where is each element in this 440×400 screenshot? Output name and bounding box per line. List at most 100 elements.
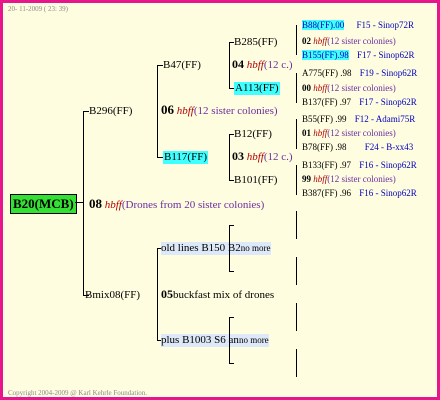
copyright-footer: Copyright 2004-2009 @ Karl Kehrle Founda… (8, 389, 148, 397)
gen4-empty-bracket-3 (296, 303, 297, 331)
gen3-g1-hbff: hbff (246, 59, 264, 71)
gen4-bracket-2 (296, 73, 297, 103)
gen2-bottom-drone-line: 05buckfast mix of drones (161, 288, 274, 302)
gen3-empty-bracket-2 (229, 317, 230, 363)
gen4-row-1[interactable]: B88(FF).00 F15 - Sinop72R (302, 20, 414, 31)
gen4-11-num: 99 (302, 174, 311, 184)
gen3-g2-note: (12 c.) (263, 151, 293, 163)
date-stamp: 20- 11-2009 ( 23: 39) (8, 5, 69, 13)
gen4-3-code: F17 - Sinop62R (357, 50, 415, 60)
gen4-row-8: 01 hbff(12 sister colonies) (302, 128, 396, 139)
gen4-row-11: 99 hbff(12 sister colonies) (302, 174, 396, 185)
gen4-12-val: .96 (339, 188, 352, 198)
gen2-bottom-queen-b[interactable]: plus B1003 S6 anno more (161, 334, 269, 347)
gen4-8-hbff: hbff (313, 128, 328, 138)
gen1-hbff: hbff (104, 199, 122, 211)
gen4-10-val: .97 (339, 160, 352, 170)
root-queen[interactable]: B20(MCB) (10, 194, 77, 214)
gen1-note: (Drones from 20 sister colonies) (121, 199, 265, 211)
gen3-g1-queen-a[interactable]: B285(FF) (234, 36, 277, 49)
gen4-row-9[interactable]: B78(FF) .98 F24 - B-xx43 (302, 142, 413, 153)
gen4-empty-bracket-4 (296, 349, 297, 377)
gen4-4-val: .98 (340, 68, 352, 78)
gen4-12-code: F16 - Sinop62R (359, 188, 417, 198)
gen4-bracket-4 (296, 165, 297, 195)
gen4-row-7[interactable]: B55(FF) .99 F12 - Adami75R (302, 114, 415, 125)
gen3-g2-queen-b[interactable]: B101(FF) (234, 174, 277, 187)
gen3-empty-tick-1a (229, 225, 234, 226)
gen4-1-val: .00 (333, 20, 345, 30)
gen3-empty-bracket-1 (229, 225, 230, 271)
gen2-bottom-a-more: no more (240, 243, 271, 253)
gen4-3-name: B155(FF) (302, 50, 338, 60)
gen2-top-hbff: hbff (176, 105, 194, 117)
gen3-g1-queen-b[interactable]: A113(FF) (234, 82, 280, 95)
gen4-11-note: (12 sister colonies) (327, 174, 396, 184)
gen1-bottom-queen[interactable]: Bmix08(FF) (85, 289, 140, 302)
gen3-g2-num: 03 (232, 149, 244, 163)
gen3-g2-queen-a[interactable]: B12(FF) (234, 128, 272, 141)
gen3-g2-bracket (229, 134, 230, 180)
gen4-5-note: (12 sister colonies) (327, 83, 396, 93)
gen3-g1-num: 04 (232, 57, 244, 71)
gen4-12-name: B387(FF) (302, 188, 338, 198)
gen4-9-name: B78(FF) (302, 142, 334, 152)
gen4-7-name: B55(FF) (302, 114, 334, 124)
gen1-top-queen[interactable]: B296(FF) (89, 105, 132, 118)
gen2-top-num: 06 (161, 102, 174, 117)
gen4-1-name: B88(FF) (302, 20, 334, 30)
pedigree-frame: 20- 11-2009 ( 23: 39) B20(MCB) B296(FF) … (0, 0, 440, 400)
gen4-6-name: B137(FF) (302, 97, 338, 107)
gen2-top-queen-a[interactable]: B47(FF) (163, 59, 201, 72)
gen4-2-note: (12 sister colonies) (327, 36, 396, 46)
gen4-1-code: F15 - Sinop72R (356, 20, 415, 30)
gen4-empty-bracket-2 (296, 257, 297, 285)
gen2-bottom-text: buckfast mix of drones (173, 289, 275, 301)
gen4-7-code: F12 - Adami75R (354, 114, 416, 124)
gen2-top-queen-b[interactable]: B117(FF) (163, 151, 208, 164)
gen1-bracket (83, 111, 84, 295)
gen4-row-12[interactable]: B387(FF) .96 F16 - Sinop62R (302, 188, 417, 199)
gen3-g1-drone-line: 04 hbff(12 c.) (232, 58, 293, 72)
gen4-bracket-1 (296, 25, 297, 55)
gen2-top-drone-line: 06 hbff(12 sister colonies) (161, 103, 278, 118)
gen4-row-10[interactable]: B133(FF) .97 F16 - Sinop62R (302, 160, 417, 171)
gen3-g1-note: (12 c.) (263, 59, 293, 71)
gen1-num: 08 (89, 196, 102, 211)
root-connector (75, 202, 83, 203)
gen3-empty-tick-2b (229, 363, 234, 364)
gen4-2-num: 02 (302, 36, 311, 46)
gen4-10-name: B133(FF) (302, 160, 338, 170)
gen4-empty-bracket-1 (296, 211, 297, 239)
gen2-bottom-b-label: plus B1003 S6 an (161, 334, 239, 346)
gen4-2-hbff: hbff (313, 36, 328, 46)
gen3-g2-drone-line: 03 hbff(12 c.) (232, 150, 293, 164)
gen4-9-code: F24 - B-xx43 (364, 142, 414, 152)
gen3-g1-bracket (229, 42, 230, 88)
gen4-bracket-3 (296, 119, 297, 149)
gen4-row-6[interactable]: B137(FF) .97 F17 - Sinop62R (302, 97, 417, 108)
gen2-bottom-queen-a[interactable]: old lines B150 B2no more (161, 242, 271, 255)
gen2-bottom-num: 05 (161, 287, 173, 301)
gen4-9-val: .98 (335, 142, 347, 152)
gen4-row-4[interactable]: A775(FF) .98 F19 - Sinop62R (302, 68, 417, 79)
gen4-row-5: 00 hbff(12 sister colonies) (302, 83, 396, 94)
gen4-4-code: F19 - Sinop62R (359, 68, 418, 78)
gen4-7-val: .99 (335, 114, 347, 124)
gen3-empty-tick-2a (229, 317, 234, 318)
gen2-bottom-bracket (157, 248, 158, 340)
gen4-row-3[interactable]: B155(FF).98 F17 - Sinop62R (302, 50, 415, 61)
gen4-8-num: 01 (302, 128, 311, 138)
gen4-10-code: F16 - Sinop62R (359, 160, 417, 170)
gen4-5-hbff: hbff (313, 83, 328, 93)
gen2-top-note: (12 sister colonies) (193, 105, 278, 117)
gen3-empty-tick-1b (229, 271, 234, 272)
gen4-3-val: .98 (337, 50, 349, 60)
gen4-row-2: 02 hbff(12 sister colonies) (302, 36, 396, 47)
gen4-8-note: (12 sister colonies) (327, 128, 396, 138)
gen4-4-name: A775(FF) (302, 68, 339, 78)
gen2-top-bracket (157, 65, 158, 157)
gen4-5-num: 00 (302, 83, 311, 93)
gen1-drone-line: 08 hbff(Drones from 20 sister colonies) (89, 197, 264, 212)
gen3-g2-hbff: hbff (246, 151, 264, 163)
